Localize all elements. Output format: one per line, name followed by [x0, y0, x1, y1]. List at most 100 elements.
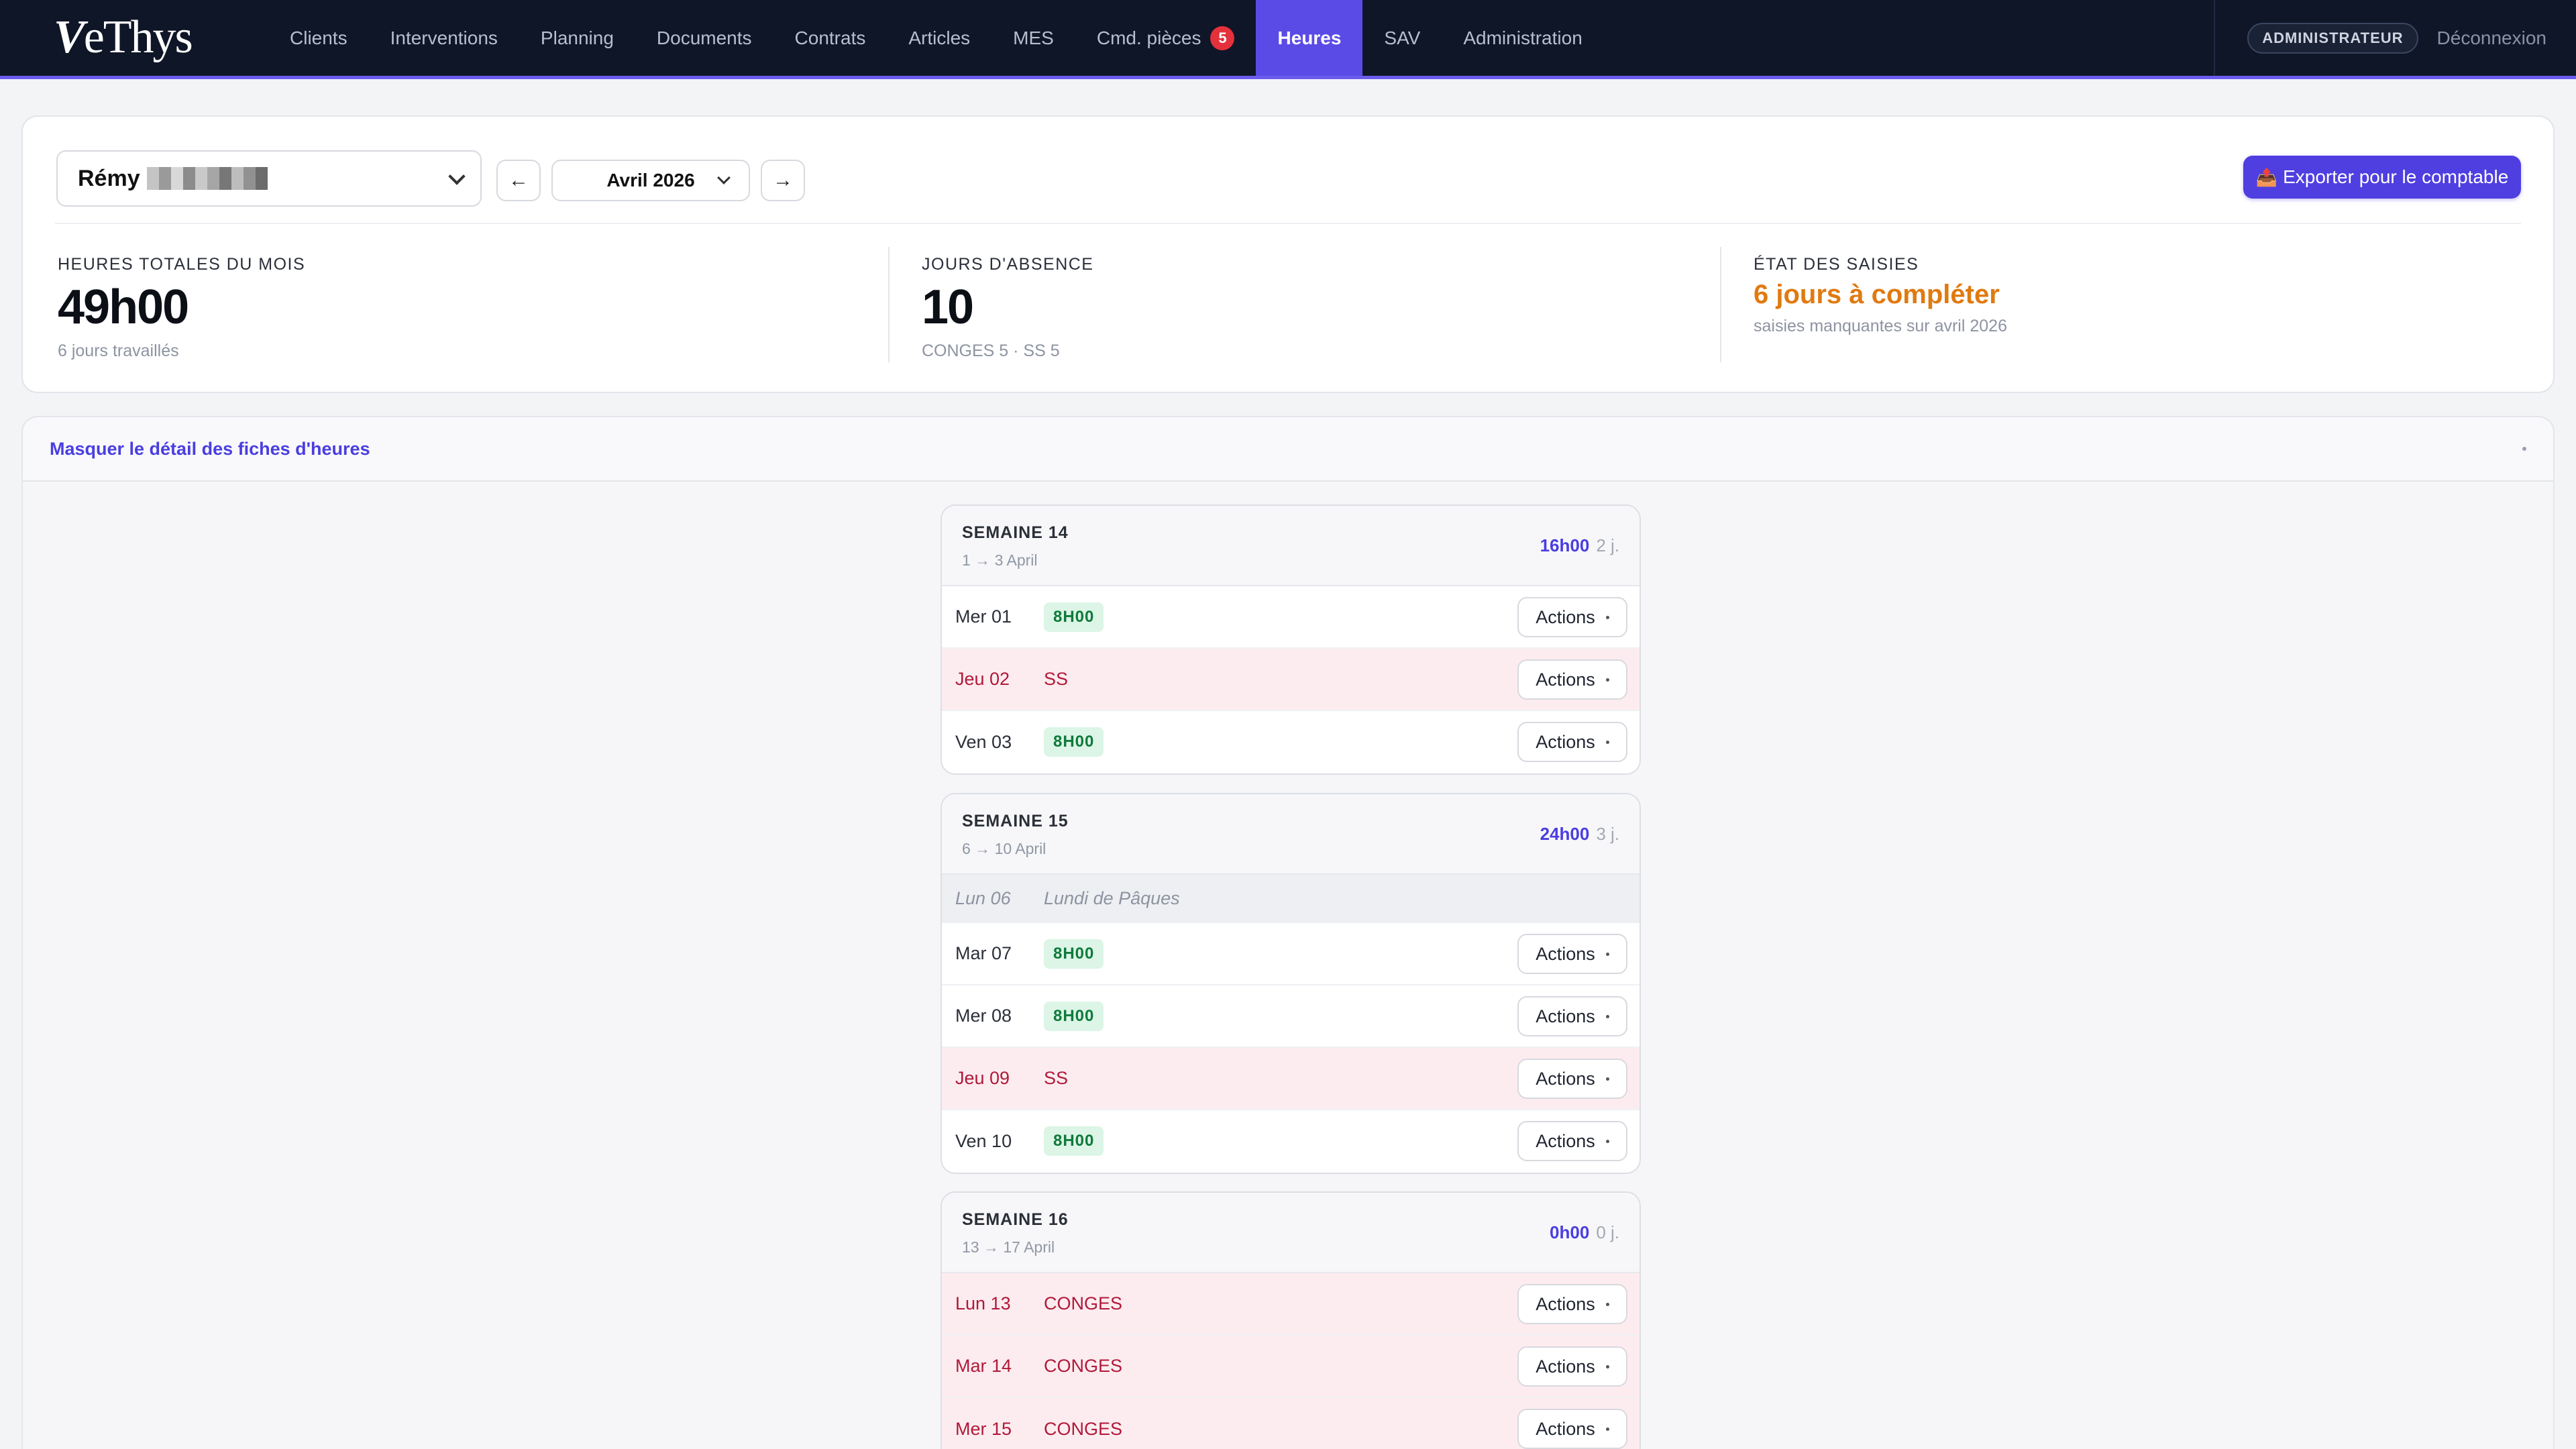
- week-title: SEMAINE 15: [962, 812, 1069, 830]
- day-row: Jeu 02 SS Actions: [942, 649, 1640, 711]
- nav-item-label: Heures: [1277, 27, 1342, 48]
- nav-item-documents[interactable]: Documents: [635, 0, 773, 76]
- absence-code: CONGES: [1044, 1293, 1123, 1313]
- actions-button[interactable]: Actions: [1517, 597, 1627, 637]
- logout-link[interactable]: Déconnexion: [2437, 28, 2546, 49]
- holiday-name: Lundi de Pâques: [1044, 888, 1180, 908]
- actions-button[interactable]: Actions: [1517, 996, 1627, 1036]
- dot-icon: [1605, 1427, 1609, 1431]
- day-label: Ven 10: [955, 1131, 1012, 1151]
- actions-label: Actions: [1536, 1356, 1595, 1377]
- role-badge: ADMINISTRATEUR: [2247, 22, 2418, 54]
- day-label: Lun 13: [955, 1293, 1011, 1313]
- absence-code: CONGES: [1044, 1419, 1123, 1439]
- actions-button[interactable]: Actions: [1517, 934, 1627, 974]
- nav-item-interventions[interactable]: Interventions: [369, 0, 519, 76]
- stat-label: HEURES TOTALES DU MOIS: [58, 255, 306, 274]
- previous-month-button[interactable]: ←: [496, 160, 541, 201]
- dot-icon: [1605, 1364, 1609, 1368]
- absence-code: SS: [1044, 1068, 1069, 1088]
- dot-icon: [1605, 740, 1609, 744]
- day-label: Mer 08: [955, 1006, 1012, 1026]
- vethys-logo[interactable]: VeThys: [54, 11, 193, 64]
- day-label: Jeu 09: [955, 1068, 1010, 1088]
- dot-icon: [1605, 1014, 1609, 1018]
- day-label: Mar 14: [955, 1356, 1012, 1376]
- week-header: SEMAINE 15 6 → 10 April 24h00 3 j.: [942, 794, 1640, 875]
- employee-first-name: Rémy: [78, 165, 140, 191]
- week-date-range: 1 → 3 April: [962, 551, 1038, 569]
- export-accountant-button[interactable]: 📤 Exporter pour le comptable: [2243, 156, 2521, 199]
- employee-last-name-redacted: [146, 167, 268, 190]
- nav-item-articles[interactable]: Articles: [887, 0, 991, 76]
- dot-icon: [2522, 447, 2526, 451]
- actions-button[interactable]: Actions: [1517, 1409, 1627, 1449]
- week-days: 3 j.: [1596, 824, 1619, 844]
- stat-absence-days: JOURS D'ABSENCE 10 CONGES 5 · SS 5: [922, 255, 1093, 361]
- dot-icon: [1605, 678, 1609, 682]
- timesheet-detail-panel: Masquer le détail des fiches d'heures SE…: [21, 416, 2555, 1449]
- actions-button[interactable]: Actions: [1517, 1059, 1627, 1099]
- next-month-button[interactable]: →: [761, 160, 805, 201]
- toggle-detail-link[interactable]: Masquer le détail des fiches d'heures: [50, 439, 370, 460]
- hours-badge: 8H00: [1044, 727, 1104, 757]
- actions-button[interactable]: Actions: [1517, 1121, 1627, 1161]
- week-total: 24h00 3 j.: [1540, 824, 1619, 845]
- nav-item-label: Planning: [540, 27, 614, 48]
- month-value: Avril 2026: [606, 170, 695, 191]
- nav-item-label: Articles: [908, 27, 971, 48]
- actions-label: Actions: [1536, 1006, 1595, 1026]
- nav-item-mes[interactable]: MES: [991, 0, 1075, 76]
- hours-badge: 8H00: [1044, 1002, 1104, 1031]
- stat-total-hours: HEURES TOTALES DU MOIS 49h00 6 jours tra…: [58, 255, 305, 361]
- actions-button[interactable]: Actions: [1517, 659, 1627, 700]
- day-row: Mer 15 CONGES Actions: [942, 1398, 1640, 1449]
- day-label: Mer 15: [955, 1419, 1012, 1439]
- stat-value: 49h00: [58, 280, 189, 334]
- month-select[interactable]: Avril 2026: [551, 160, 750, 201]
- day-row: Ven 10 8H00 Actions: [942, 1110, 1640, 1173]
- arrow-left-icon: ←: [508, 169, 529, 191]
- stat-sub: 6 jours travaillés: [58, 341, 179, 360]
- nav-item-contrats[interactable]: Contrats: [773, 0, 888, 76]
- week-header: SEMAINE 14 1 → 3 April 16h00 2 j.: [942, 506, 1640, 586]
- week-title: SEMAINE 16: [962, 1210, 1069, 1229]
- nav-item-sav[interactable]: SAV: [1362, 0, 1442, 76]
- day-row: Mar 14 CONGES Actions: [942, 1336, 1640, 1398]
- actions-label: Actions: [1536, 1130, 1595, 1151]
- nav-item-label: Cmd. pièces: [1096, 27, 1201, 48]
- week-header: SEMAINE 16 13 → 17 April 0h00 0 j.: [942, 1193, 1640, 1273]
- nav-item-cmd-pi-ces[interactable]: Cmd. pièces 5: [1075, 0, 1256, 76]
- stat-sub: CONGES 5 · SS 5: [922, 341, 1060, 360]
- nav-item-planning[interactable]: Planning: [519, 0, 635, 76]
- stat-entry-status: ÉTAT DES SAISIES 6 jours à compléter sai…: [1754, 255, 2007, 336]
- nav-item-heures[interactable]: Heures: [1256, 0, 1363, 76]
- week-card: SEMAINE 14 1 → 3 April 16h00 2 j. Mer 01 8H00…: [941, 504, 1641, 775]
- stat-value: 10: [922, 280, 974, 334]
- week-hours: 24h00: [1540, 824, 1590, 844]
- actions-label: Actions: [1536, 1293, 1595, 1314]
- week-title: SEMAINE 14: [962, 523, 1069, 542]
- dot-icon: [1605, 1302, 1609, 1306]
- divider: [888, 247, 890, 362]
- day-label: Mer 01: [955, 606, 1012, 627]
- logo-text: eThys: [83, 11, 193, 63]
- export-label: Exporter pour le comptable: [2283, 166, 2509, 187]
- stat-label: JOURS D'ABSENCE: [922, 255, 1094, 274]
- day-label: Lun 06: [955, 888, 1011, 908]
- nav-item-label: Interventions: [390, 27, 498, 48]
- actions-button[interactable]: Actions: [1517, 1346, 1627, 1387]
- actions-button[interactable]: Actions: [1517, 1284, 1627, 1324]
- nav-item-clients[interactable]: Clients: [268, 0, 369, 76]
- actions-button[interactable]: Actions: [1517, 722, 1627, 762]
- stat-sub: saisies manquantes sur avril 2026: [1754, 317, 2007, 335]
- chevron-down-icon: [717, 171, 731, 184]
- day-label: Ven 03: [955, 732, 1012, 752]
- week-hours: 0h00: [1550, 1222, 1590, 1242]
- main-menu: Clients Interventions Planning Documents Con…: [268, 0, 1604, 76]
- employee-select[interactable]: Rémy: [56, 150, 482, 207]
- export-tray-icon: 📤: [2255, 166, 2278, 187]
- day-label: Jeu 02: [955, 669, 1010, 689]
- nav-item-administration[interactable]: Administration: [1442, 0, 1603, 76]
- actions-label: Actions: [1536, 1068, 1595, 1089]
